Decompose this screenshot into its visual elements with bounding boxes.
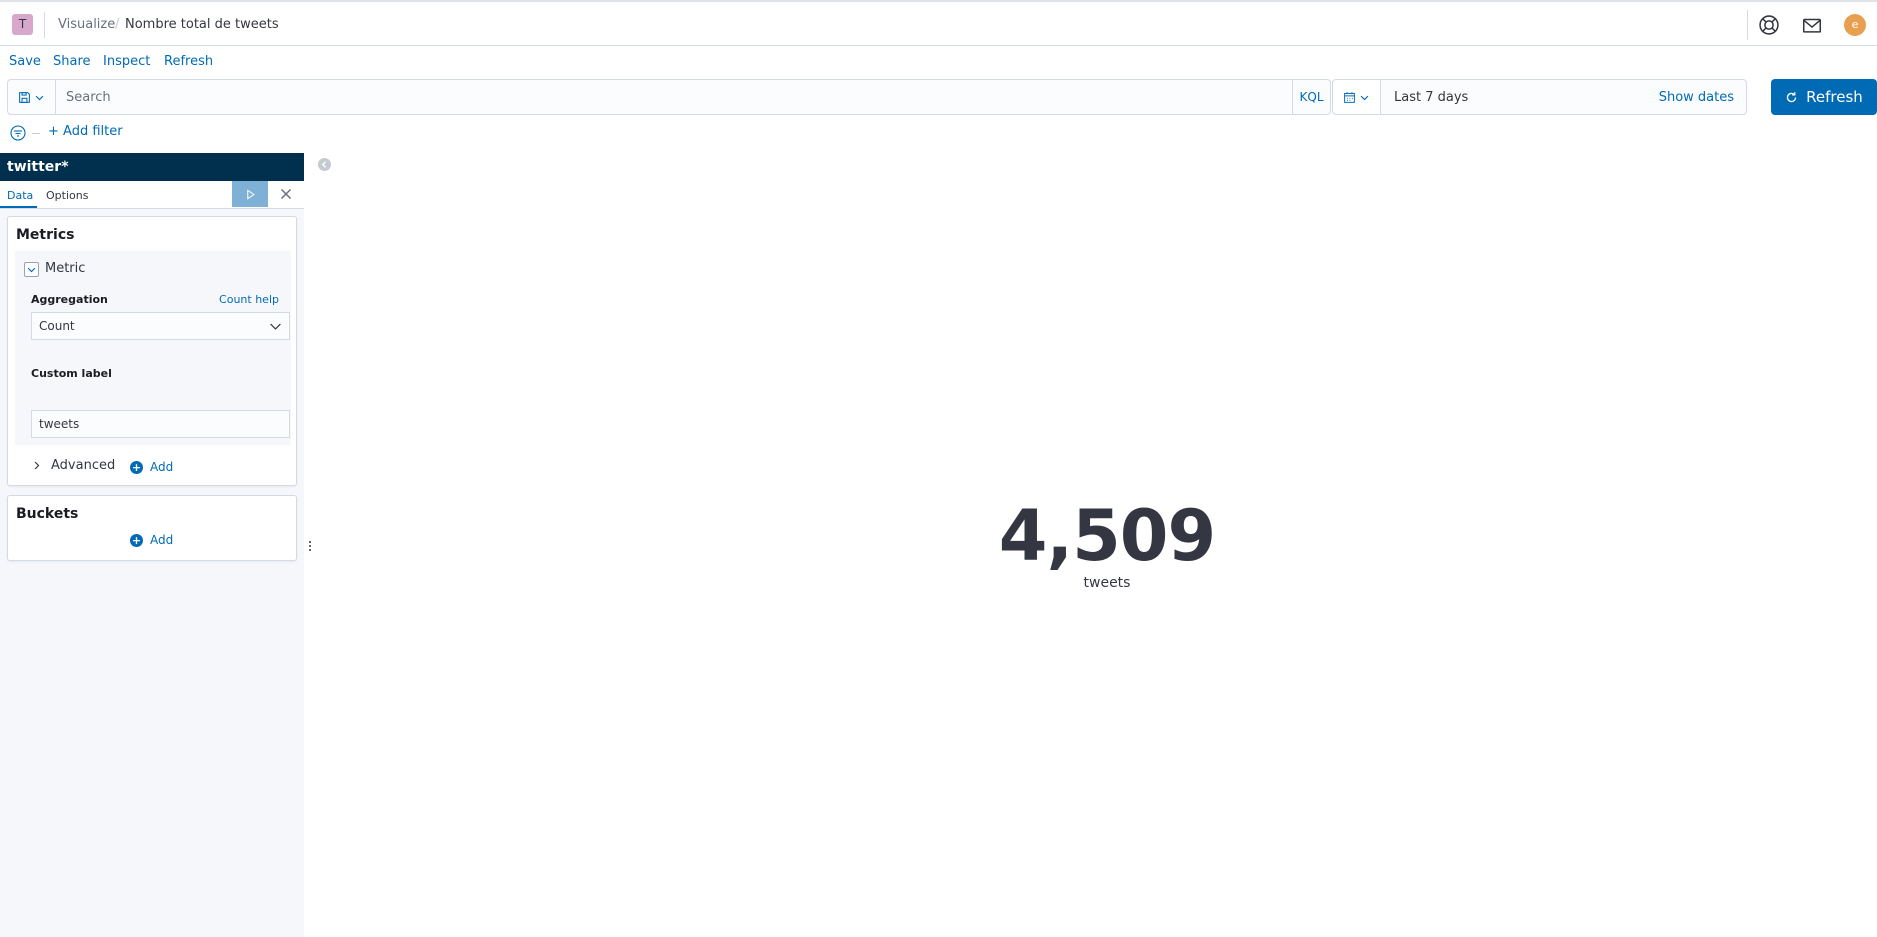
search-input[interactable] [55,79,1292,115]
mail-icon[interactable] [1801,14,1823,36]
add-filter-link[interactable]: + Add filter [48,124,123,139]
sidebar-resize-handle[interactable] [308,540,312,552]
refresh-link[interactable]: Refresh [164,54,213,69]
add-metric-label: Add [150,460,174,474]
query-language-button[interactable]: KQL [1292,79,1331,115]
add-metric-button[interactable]: + Add [130,460,173,474]
apply-changes-button[interactable] [232,181,268,207]
custom-label-input[interactable] [31,410,290,438]
aggregation-value: Count [39,319,75,333]
plus-circle-icon: + [130,533,143,547]
index-pattern-title: twitter* [0,153,304,181]
saved-query-button[interactable] [7,79,55,115]
header-right-divider [1747,10,1748,40]
aggregation-label: Aggregation [31,293,108,306]
metric-agg-block: Metric Aggregation Count help Count Cust… [15,251,291,473]
advanced-toggle[interactable]: Advanced [31,458,115,473]
query-bar: KQL Last 7 days Show dates Refresh [7,79,1877,115]
metric-label: tweets [1083,575,1131,591]
chevron-down-icon [35,95,44,100]
add-bucket-label: Add [150,533,174,547]
calendar-icon [1344,91,1355,103]
plus-circle-icon: + [130,460,143,474]
metric-value: 4,509 [998,495,1216,577]
filter-divider [32,133,40,134]
close-icon[interactable] [277,185,295,203]
save-link[interactable]: Save [9,54,41,69]
breadcrumb-visualize[interactable]: Visualize [58,17,115,32]
inspect-link[interactable]: Inspect [103,54,150,69]
chevron-down-icon [270,323,281,330]
play-icon [246,188,255,200]
refresh-button[interactable]: Refresh [1771,79,1877,115]
sidebar-tabs: Data Options [0,181,304,209]
breadcrumb-current: Nombre total de tweets [125,17,279,32]
breadcrumb-separator: / [115,17,120,32]
app-root: T Visualize / Nombre total de tweets e S… [0,0,1877,937]
metric-title: Metric [45,261,86,276]
refresh-button-label: Refresh [1806,88,1863,106]
header-divider [44,12,45,38]
metrics-panel: Metrics Metric Aggregation Count help Co… [7,216,297,486]
custom-label-label: Custom label [31,367,112,380]
add-bucket-button[interactable]: + Add [130,533,173,547]
global-header: T Visualize / Nombre total de tweets e [0,0,1877,46]
date-range-text[interactable]: Last 7 days [1394,90,1468,105]
show-dates-link[interactable]: Show dates [1659,90,1734,105]
tab-options[interactable]: Options [46,189,88,202]
space-avatar[interactable]: T [12,14,33,35]
share-link[interactable]: Share [53,54,91,69]
metrics-title: Metrics [16,227,75,243]
save-icon [19,91,30,103]
chevron-right-icon [34,461,40,470]
chevron-down-icon [1360,95,1369,100]
top-nav-menu: Save Share Inspect Refresh [0,46,1877,76]
filter-icon[interactable] [10,125,26,141]
advanced-label: Advanced [51,458,116,473]
visualization-area: 4,509 tweets [337,153,1877,937]
chevron-down-icon [27,267,36,273]
help-icon[interactable] [1758,14,1780,36]
active-tab-indicator [0,206,37,208]
buckets-panel: Buckets + Add [7,495,297,561]
metric-toggle-button[interactable] [24,262,39,277]
user-avatar[interactable]: e [1844,14,1866,36]
aggregation-select[interactable]: Count [31,312,290,340]
quick-select-button[interactable] [1333,80,1381,114]
editor-sidebar: twitter* Data Options Metrics Metric Agg… [0,153,304,937]
refresh-icon [1786,91,1797,102]
count-help-link[interactable]: Count help [219,293,279,306]
date-picker: Last 7 days Show dates [1332,79,1747,115]
chevron-left-icon [321,161,327,168]
buckets-title: Buckets [16,506,79,522]
collapse-sidebar-button[interactable] [318,158,331,171]
tab-data[interactable]: Data [7,189,33,202]
filter-bar: + Add filter [0,116,1877,152]
